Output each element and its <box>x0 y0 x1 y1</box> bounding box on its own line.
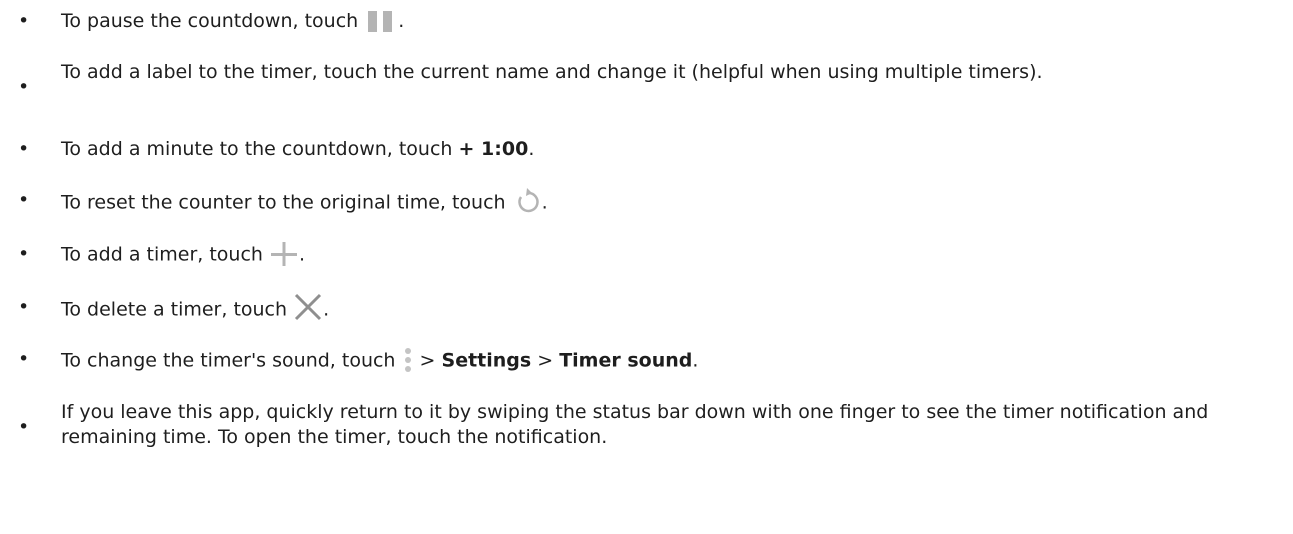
plus-icon <box>269 241 299 267</box>
reset-icon <box>512 186 542 216</box>
settings-label: Settings <box>441 349 532 372</box>
timer-sound-label: Timer sound <box>559 349 693 372</box>
list-item-text: To add a minute to the countdown, touch … <box>61 138 535 160</box>
close-icon <box>293 292 323 322</box>
list-item-text: To change the timer's sound, touch > Set… <box>61 347 1231 375</box>
bullet: • <box>18 76 30 98</box>
add-minute-label: + 1:00 <box>458 138 529 160</box>
list-item-text: To add a timer, touch . <box>61 242 1231 268</box>
more-vert-icon <box>402 347 414 375</box>
bullet: • <box>18 138 30 160</box>
bullet: • <box>18 416 30 438</box>
list-item-text: To add a label to the timer, touch the c… <box>61 61 1043 83</box>
pause-icon <box>364 10 398 32</box>
bullet: • <box>18 243 30 265</box>
bullet: • <box>18 296 30 318</box>
list-item-text: To pause the countdown, touch . <box>61 10 405 32</box>
list-item-text: To delete a timer, touch . <box>61 292 1231 325</box>
bullet: • <box>18 348 30 370</box>
list-item-text: To reset the counter to the original tim… <box>61 188 1231 218</box>
bullet: • <box>18 189 30 211</box>
bullet: • <box>18 10 30 32</box>
list-item-text: If you leave this app, quickly return to… <box>61 401 1209 448</box>
